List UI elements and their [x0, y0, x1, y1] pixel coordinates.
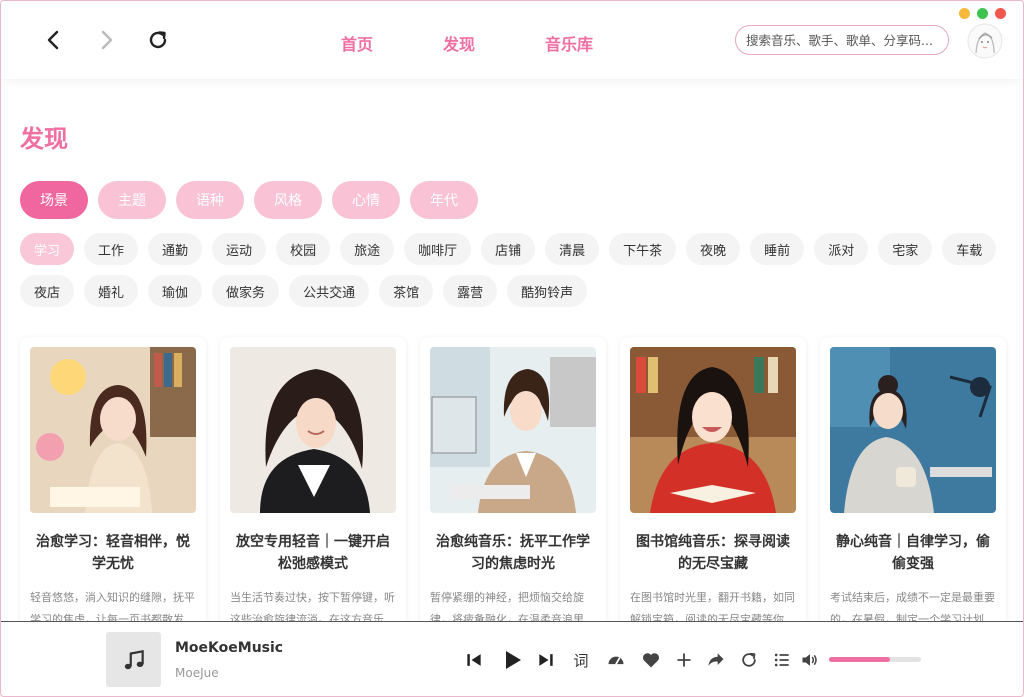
- tag-chip[interactable]: 车载: [942, 233, 997, 265]
- tag-chip[interactable]: 校园: [276, 233, 331, 265]
- tag-chip[interactable]: 茶馆: [379, 275, 434, 307]
- playlist-title: 治愈纯音乐：抚平工作学习的焦虑时光: [436, 534, 590, 572]
- tag-chip[interactable]: 露营: [443, 275, 498, 307]
- tab-library[interactable]: 音乐库: [545, 31, 593, 55]
- share-icon: [708, 653, 724, 666]
- playlist-grid: 治愈学习：轻音相伴，悦学无忧 轻音悠悠，淌入知识的缝隙，抚平学习的焦虑，让每一页…: [20, 337, 1006, 621]
- heart-icon: [642, 653, 660, 668]
- back-button[interactable]: [39, 25, 69, 55]
- player-bar: MoeKoeMusic MoeJue 词: [1, 621, 1023, 696]
- page-title: 发现: [20, 125, 68, 153]
- tag-chip[interactable]: 旅途: [340, 233, 395, 265]
- category-era[interactable]: 年代: [410, 181, 478, 219]
- maximize-button[interactable]: [977, 8, 988, 19]
- tag-chip[interactable]: 学习: [20, 233, 75, 265]
- discover-page: 发现 场景 主题 语种 风格 心情 年代 学习 工作 通勤 运动 校园 旅途 咖…: [1, 79, 1023, 621]
- music-note-icon: [124, 649, 144, 669]
- volume-slider[interactable]: [829, 657, 921, 662]
- top-bar: 首页 发现 音乐库: [1, 1, 1023, 79]
- user-avatar[interactable]: [967, 23, 1003, 59]
- volume-icon: [802, 654, 817, 666]
- tag-chip[interactable]: 宅家: [878, 233, 933, 265]
- tag-chip[interactable]: 睡前: [750, 233, 805, 265]
- play-button[interactable]: [499, 647, 525, 673]
- tag-row-1: 学习 工作 通勤 运动 校园 旅途 咖啡厅 店铺 清晨 下午茶 夜晚 睡前 派对…: [20, 233, 997, 265]
- speedometer-icon: [608, 656, 624, 665]
- tag-chip[interactable]: 派对: [814, 233, 869, 265]
- playlist-title: 静心纯音｜自律学习，偷偷变强: [836, 534, 990, 572]
- tag-chip[interactable]: 运动: [212, 233, 267, 265]
- tag-chip[interactable]: 清晨: [545, 233, 600, 265]
- repeat-button[interactable]: [738, 649, 760, 671]
- category-style[interactable]: 风格: [254, 181, 322, 219]
- add-to-playlist-button[interactable]: [673, 649, 695, 671]
- tag-chip[interactable]: 工作: [84, 233, 139, 265]
- tag-chip[interactable]: 通勤: [148, 233, 203, 265]
- refresh-icon: [149, 31, 167, 49]
- tag-chip[interactable]: 下午茶: [609, 233, 677, 265]
- now-playing-title: MoeKoeMusic: [175, 640, 284, 656]
- playlist-description: 轻音悠悠，淌入知识的缝隙，抚平学习的焦虑，让每一页书都散发...: [30, 591, 195, 621]
- playlist-card[interactable]: 治愈纯音乐：抚平工作学习的焦虑时光 暂停紧绷的神经，把烦恼交给旋律，将疲惫融化，…: [420, 337, 606, 621]
- favorite-button[interactable]: [640, 649, 662, 671]
- skip-next-icon: [539, 654, 553, 666]
- next-button[interactable]: [535, 649, 557, 671]
- tab-discover[interactable]: 发现: [443, 31, 475, 55]
- share-button[interactable]: [705, 649, 727, 671]
- tag-chip[interactable]: 酷狗铃声: [507, 275, 588, 307]
- lyrics-button[interactable]: 词: [570, 649, 592, 671]
- playlist-card[interactable]: 放空专用轻音｜一键开启松弛感模式 当生活节奏过快，按下暂停键，听这些治愈旋律流淌…: [220, 337, 406, 621]
- playlist-title: 放空专用轻音｜一键开启松弛感模式: [236, 534, 390, 572]
- now-playing-cover[interactable]: [106, 632, 161, 687]
- category-tabs: 场景 主题 语种 风格 心情 年代: [20, 181, 478, 219]
- tag-chip[interactable]: 公共交通: [289, 275, 370, 307]
- now-playing-artist: MoeJue: [175, 666, 219, 680]
- list-icon: [774, 653, 789, 667]
- tag-chip[interactable]: 婚礼: [84, 275, 139, 307]
- playlist-title: 图书馆纯音乐：探寻阅读的无尽宝藏: [636, 534, 790, 572]
- forward-button[interactable]: [91, 25, 121, 55]
- playlist-description: 考试结束后，成绩不一定是最重要的，在暑假，制定一个学习计划...: [830, 591, 995, 621]
- tab-home[interactable]: 首页: [341, 31, 373, 55]
- play-icon: [506, 651, 521, 669]
- category-scene[interactable]: 场景: [20, 181, 88, 219]
- category-language[interactable]: 语种: [176, 181, 244, 219]
- refresh-button[interactable]: [143, 25, 173, 55]
- speed-button[interactable]: [605, 649, 627, 671]
- playlist-queue-button[interactable]: [771, 649, 793, 671]
- skip-previous-icon: [467, 654, 481, 666]
- app-window: 首页 发现 音乐库 发现 场景 主题 语种 风格 心情 年代 学习 工作 通勤: [0, 0, 1024, 697]
- playlist-card[interactable]: 图书馆纯音乐：探寻阅读的无尽宝藏 在图书馆时光里，翻开书籍，如同解锁宝箱，阅读的…: [620, 337, 806, 621]
- playlist-card[interactable]: 治愈学习：轻音相伴，悦学无忧 轻音悠悠，淌入知识的缝隙，抚平学习的焦虑，让每一页…: [20, 337, 206, 621]
- category-mood[interactable]: 心情: [332, 181, 400, 219]
- playlist-cover-image: [630, 347, 796, 513]
- previous-button[interactable]: [463, 649, 485, 671]
- search-input[interactable]: [735, 25, 949, 55]
- tag-chip[interactable]: 做家务: [212, 275, 280, 307]
- playlist-description: 当生活节奏过快，按下暂停键，听这些治愈旋律流淌。在这方音乐...: [230, 591, 395, 621]
- category-theme[interactable]: 主题: [98, 181, 166, 219]
- playlist-cover-image: [830, 347, 996, 513]
- playlist-description: 在图书馆时光里，翻开书籍，如同解锁宝箱，阅读的无尽宝藏等你...: [630, 591, 795, 621]
- close-button[interactable]: [995, 8, 1006, 19]
- playlist-cover-image: [30, 347, 196, 513]
- playlist-title: 治愈学习：轻音相伴，悦学无忧: [36, 534, 190, 572]
- repeat-icon: [742, 652, 756, 667]
- playlist-card[interactable]: 静心纯音｜自律学习，偷偷变强 考试结束后，成绩不一定是最重要的，在暑假，制定一个…: [820, 337, 1006, 621]
- tag-chip[interactable]: 瑜伽: [148, 275, 203, 307]
- playlist-cover-image: [230, 347, 396, 513]
- playlist-cover-image: [430, 347, 596, 513]
- plus-icon: [677, 653, 691, 667]
- tag-row-2: 夜店 婚礼 瑜伽 做家务 公共交通 茶馆 露营 酷狗铃声: [20, 275, 588, 307]
- volume-level: [829, 657, 890, 662]
- tag-chip[interactable]: 店铺: [481, 233, 536, 265]
- chevron-right-icon: [101, 30, 113, 50]
- tag-chip[interactable]: 夜店: [20, 275, 75, 307]
- playlist-description: 暂停紧绷的神经，把烦恼交给旋律，将疲惫融化，在温柔音浪里...: [430, 591, 595, 621]
- tag-chip[interactable]: 夜晚: [686, 233, 741, 265]
- volume-button[interactable]: [799, 649, 821, 671]
- tag-chip[interactable]: 咖啡厅: [404, 233, 472, 265]
- minimize-button[interactable]: [959, 8, 970, 19]
- chevron-left-icon: [47, 30, 59, 50]
